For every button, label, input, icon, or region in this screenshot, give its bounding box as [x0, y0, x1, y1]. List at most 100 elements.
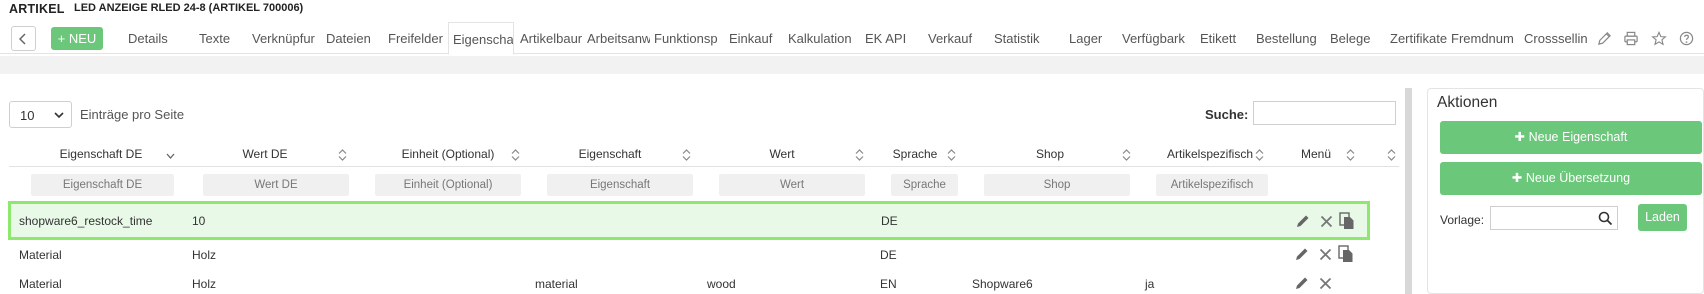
back-button[interactable]	[11, 26, 36, 51]
chevron-down-icon	[54, 112, 64, 119]
column-header-wert-de[interactable]: Wert DE	[220, 147, 310, 163]
vertical-scrollbar[interactable]	[1405, 88, 1412, 294]
properties-panel: 10 Einträge pro Seite Suche: Eigenschaft…	[0, 74, 1404, 294]
search-icon[interactable]	[1598, 211, 1613, 226]
tab-ek-api[interactable]: EK API	[865, 22, 910, 54]
new-translation-button[interactable]: ✚ Neue Übersetzung	[1440, 162, 1702, 195]
tab-artikelbaum[interactable]: Artikelbaur	[520, 22, 583, 54]
cell-wert-de: Holz	[192, 277, 217, 291]
tab-lager[interactable]: Lager	[1069, 22, 1107, 54]
tab-texte[interactable]: Texte	[199, 22, 239, 54]
filter-eigenschaft-de[interactable]: Eigenschaft DE	[31, 174, 174, 196]
cell-shop: Shopware6	[972, 277, 1033, 291]
new-property-button[interactable]: ✚ Neue Eigenschaft	[1440, 121, 1702, 154]
page-size-value: 10	[20, 108, 35, 123]
cell-sprache: DE	[881, 214, 898, 228]
filter-shop[interactable]: Shop	[984, 174, 1130, 196]
header-divider	[9, 166, 1399, 167]
tab-bestellungen[interactable]: Bestellung	[1256, 22, 1319, 54]
edit-icon[interactable]	[1295, 213, 1311, 229]
printer-icon[interactable]	[1623, 31, 1639, 46]
cell-wert-de: 10	[192, 214, 206, 228]
copy-icon[interactable]	[1339, 212, 1355, 230]
column-header-sprache[interactable]: Sprache	[880, 147, 950, 163]
edit-icon[interactable]	[1294, 246, 1310, 262]
star-icon[interactable]	[1651, 31, 1667, 46]
column-header-eigenschaft-de[interactable]: Eigenschaft DE	[45, 147, 157, 163]
filter-wert-de[interactable]: Wert DE	[203, 174, 349, 196]
sort-icon	[511, 149, 520, 161]
module-title: ARTIKEL	[9, 2, 65, 16]
tab-zertifikate[interactable]: Zertifikate	[1390, 22, 1448, 54]
cell-wert-de: Holz	[192, 248, 217, 262]
table-row[interactable]: Material Holz DE	[9, 240, 1399, 268]
search-input[interactable]	[1253, 101, 1396, 125]
column-header-eigenschaft[interactable]: Eigenschaft	[560, 147, 660, 163]
column-header-shop[interactable]: Shop	[1010, 147, 1090, 163]
chevron-left-icon	[19, 33, 26, 45]
column-header-menu[interactable]: Menü	[1295, 147, 1337, 163]
page-size-select[interactable]: 10	[9, 101, 72, 128]
load-button[interactable]: Laden	[1638, 204, 1687, 231]
cell-sprache: EN	[880, 277, 897, 291]
tab-belege[interactable]: Belege	[1330, 22, 1375, 54]
table-row[interactable]: Material Holz material wood EN Shopware6…	[9, 269, 1399, 294]
cell-eigenschaft-de: Material	[19, 248, 62, 262]
filter-einheit[interactable]: Einheit (Optional)	[375, 174, 521, 196]
tab-freifelder[interactable]: Freifelder	[388, 22, 444, 54]
cell-wert: wood	[707, 277, 736, 291]
sort-icon	[1255, 149, 1264, 161]
tab-bar: + NEU Details Texte Verknüpfur Dateien F…	[0, 22, 1704, 55]
sort-icon	[682, 149, 691, 161]
tab-eigenschaften[interactable]: Eigenschaf	[448, 22, 514, 55]
template-input[interactable]	[1490, 206, 1618, 230]
cell-sprache: DE	[880, 248, 897, 262]
tab-details[interactable]: Details	[128, 22, 188, 54]
tab-funktionsprotokoll[interactable]: Funktionsp	[654, 22, 718, 54]
article-title: LED ANZEIGE RLED 24-8 (ARTIKEL 700006)	[74, 2, 304, 14]
new-translation-label: Neue Übersetzung	[1525, 171, 1631, 185]
content-separator	[0, 56, 1704, 74]
tab-verkauf[interactable]: Verkauf	[928, 22, 978, 54]
tab-fremdnummern[interactable]: Fremdnum	[1451, 22, 1514, 54]
tab-crossselling[interactable]: Crosssellin	[1524, 22, 1588, 54]
pencil-icon[interactable]	[1597, 31, 1612, 46]
actions-title: Aktionen	[1437, 94, 1498, 111]
delete-icon[interactable]	[1319, 277, 1332, 290]
plus-icon: ✚	[1514, 130, 1529, 144]
sort-icon	[855, 149, 864, 161]
filter-eigenschaft[interactable]: Eigenschaft	[547, 174, 693, 196]
column-header-wert[interactable]: Wert	[742, 147, 822, 163]
sort-icon	[1122, 149, 1131, 161]
filter-artikelspezifisch[interactable]: Artikelspezifisch	[1156, 174, 1268, 196]
column-header-artikelspezifisch[interactable]: Artikelspezifisch	[1150, 147, 1270, 163]
tab-dateien[interactable]: Dateien	[326, 22, 376, 54]
sort-icon	[1346, 149, 1355, 161]
tab-verknuepfungen[interactable]: Verknüpfur	[252, 22, 315, 54]
delete-icon[interactable]	[1320, 215, 1333, 228]
delete-icon[interactable]	[1319, 248, 1332, 261]
tab-statistik[interactable]: Statistik	[994, 22, 1049, 54]
tab-verfuegbarkeit[interactable]: Verfügbark	[1122, 22, 1187, 54]
filter-wert[interactable]: Wert	[719, 174, 865, 196]
tab-etikett[interactable]: Etikett	[1200, 22, 1245, 54]
help-icon[interactable]	[1679, 31, 1694, 46]
column-header-einheit[interactable]: Einheit (Optional)	[378, 147, 518, 163]
cell-eigenschaft-de: Material	[19, 277, 62, 291]
cell-eigenschaft-de: shopware6_restock_time	[19, 214, 153, 228]
tab-kalkulation[interactable]: Kalkulation	[788, 22, 854, 54]
page-header: ARTIKEL LED ANZEIGE RLED 24-8 (ARTIKEL 7…	[0, 0, 1704, 20]
table-row[interactable]: shopware6_restock_time 10 DE	[8, 201, 1370, 240]
filter-sprache[interactable]: Sprache	[891, 174, 958, 196]
sort-desc-icon	[166, 153, 175, 159]
tab-arbeitsanweisung[interactable]: Arbeitsanw	[587, 22, 650, 54]
new-property-label: Neue Eigenschaft	[1528, 130, 1628, 144]
edit-icon[interactable]	[1294, 275, 1310, 291]
plus-icon: ✚	[1511, 171, 1526, 185]
new-button[interactable]: + NEU	[51, 27, 103, 50]
copy-icon[interactable]	[1338, 245, 1354, 263]
page-size-label: Einträge pro Seite	[80, 107, 185, 122]
search-label: Suche:	[1205, 107, 1249, 122]
sort-icon	[1387, 149, 1396, 161]
tab-einkauf[interactable]: Einkauf	[729, 22, 774, 54]
